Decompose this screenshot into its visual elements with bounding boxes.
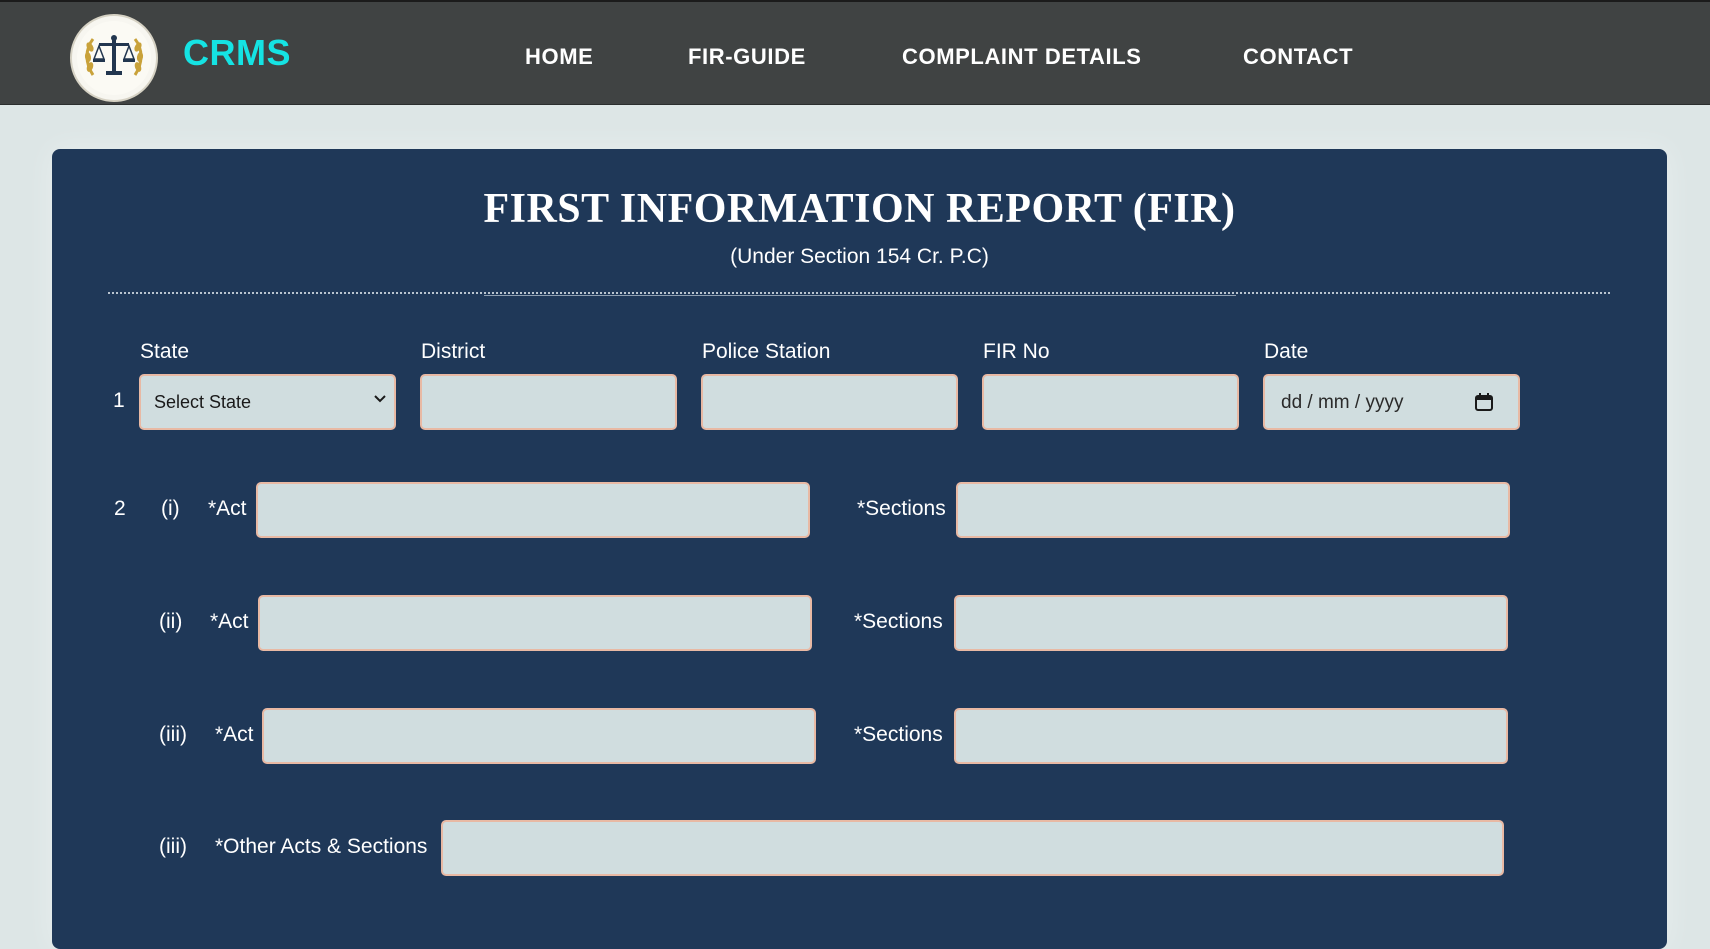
- nav-home[interactable]: HOME: [525, 44, 593, 70]
- title-underline: [484, 295, 1236, 296]
- nav-complaint-details[interactable]: COMPLAINT DETAILS: [902, 44, 1142, 70]
- district-input[interactable]: [420, 374, 677, 430]
- date-input[interactable]: dd / mm / yyyy: [1263, 374, 1520, 430]
- fir-no-label: FIR No: [983, 340, 1050, 363]
- police-station-label: Police Station: [702, 340, 831, 363]
- act-1-label: *Act: [208, 497, 247, 520]
- date-label: Date: [1264, 340, 1309, 363]
- sections-1-input[interactable]: [956, 482, 1510, 538]
- form-subtitle: (Under Section 154 Cr. P.C): [730, 245, 989, 268]
- sections-2-input[interactable]: [954, 595, 1508, 651]
- sections-3-input[interactable]: [954, 708, 1508, 764]
- act-2-label: *Act: [210, 610, 249, 633]
- state-select[interactable]: Select State: [139, 374, 396, 430]
- chevron-down-icon: [374, 395, 386, 403]
- act-3-label: *Act: [215, 723, 254, 746]
- sections-3-label: *Sections: [854, 723, 943, 746]
- date-placeholder: dd / mm / yyyy: [1281, 392, 1404, 413]
- state-label: State: [140, 340, 190, 363]
- district-label: District: [421, 340, 486, 363]
- state-select-value: Select State: [154, 392, 252, 412]
- brand-name[interactable]: CRMS: [183, 32, 291, 74]
- other-acts-label: *Other Acts & Sections: [215, 835, 428, 858]
- other-acts-input[interactable]: [441, 820, 1504, 876]
- act-row-3-roman: (iii): [159, 723, 187, 746]
- scales-of-justice-logo-icon[interactable]: [70, 14, 158, 102]
- act-1-input[interactable]: [256, 482, 810, 538]
- sections-2-label: *Sections: [854, 610, 943, 633]
- row-number-2: 2: [114, 497, 126, 520]
- other-acts-roman: (iii): [159, 835, 187, 858]
- title-divider: [108, 292, 1610, 294]
- row-number-1: 1: [113, 389, 125, 412]
- calendar-icon[interactable]: [1474, 392, 1494, 412]
- act-3-input[interactable]: [262, 708, 816, 764]
- police-station-input[interactable]: [701, 374, 958, 430]
- act-row-2-roman: (ii): [159, 610, 183, 633]
- sections-1-label: *Sections: [857, 497, 946, 520]
- nav-contact[interactable]: CONTACT: [1243, 44, 1353, 70]
- act-2-input[interactable]: [258, 595, 812, 651]
- fir-no-input[interactable]: [982, 374, 1239, 430]
- form-title: FIRST INFORMATION REPORT (FIR): [483, 186, 1236, 232]
- top-navbar: CRMS HOME FIR-GUIDE COMPLAINT DETAILS CO…: [0, 0, 1710, 105]
- fir-form-panel: FIRST INFORMATION REPORT (FIR) (Under Se…: [52, 149, 1667, 949]
- act-row-1-roman: (i): [161, 497, 180, 520]
- nav-fir-guide[interactable]: FIR-GUIDE: [688, 44, 806, 70]
